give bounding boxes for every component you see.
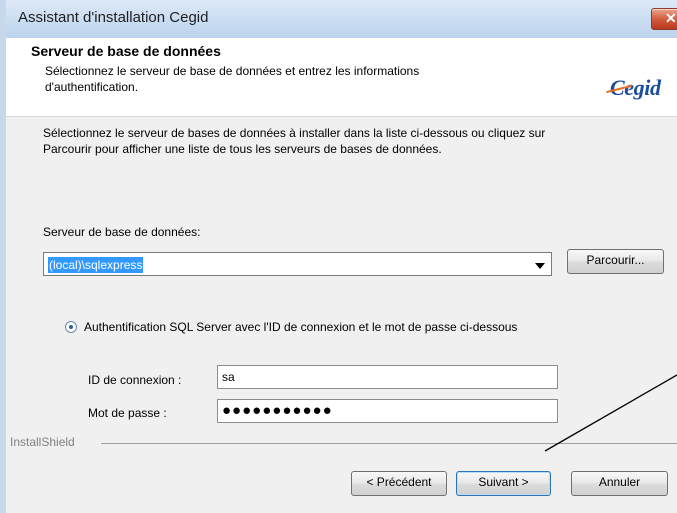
next-button[interactable]: Suivant > bbox=[456, 471, 551, 496]
intro-text: Sélectionnez le serveur de bases de donn… bbox=[43, 126, 546, 156]
password-input[interactable]: ●●●●●●●●●●● bbox=[217, 399, 558, 423]
installshield-label: InstallShield bbox=[10, 435, 75, 449]
wizard-header: Serveur de base de données Sélectionnez … bbox=[6, 38, 677, 117]
radio-selected-icon[interactable] bbox=[65, 321, 77, 333]
installshield-divider bbox=[101, 443, 677, 444]
password-label: Mot de passe : bbox=[88, 406, 167, 420]
sql-auth-label: Authentification SQL Server avec l'ID de… bbox=[84, 320, 518, 334]
close-button[interactable]: ✕ bbox=[651, 8, 677, 30]
browse-button[interactable]: Parcourir... bbox=[567, 249, 664, 274]
wizard-content: Sélectionnez le serveur de bases de donn… bbox=[6, 117, 677, 513]
installer-window: Assistant d'installation Cegid ✕ Serveur… bbox=[0, 0, 677, 513]
login-input[interactable]: sa bbox=[217, 365, 558, 389]
chevron-down-icon[interactable] bbox=[535, 263, 545, 269]
close-icon: ✕ bbox=[665, 10, 677, 26]
server-label: Serveur de base de données: bbox=[43, 225, 201, 239]
cancel-button[interactable]: Annuler bbox=[571, 471, 668, 496]
server-combo[interactable]: (local)\sqlexpress bbox=[43, 252, 552, 276]
installer-page: Assistant d'installation Cegid ✕ Serveur… bbox=[0, 0, 677, 513]
window-title: Assistant d'installation Cegid bbox=[18, 9, 209, 26]
login-label: ID de connexion : bbox=[88, 373, 182, 387]
header-title: Serveur de base de données bbox=[31, 43, 221, 59]
header-subtitle: Sélectionnez le serveur de base de donné… bbox=[45, 64, 420, 94]
cegid-logo: Cegid bbox=[610, 76, 677, 100]
window-titlebar: Assistant d'installation Cegid ✕ bbox=[6, 0, 677, 39]
previous-button[interactable]: < Précédent bbox=[351, 471, 447, 496]
server-selected-value: (local)\sqlexpress bbox=[48, 257, 144, 273]
